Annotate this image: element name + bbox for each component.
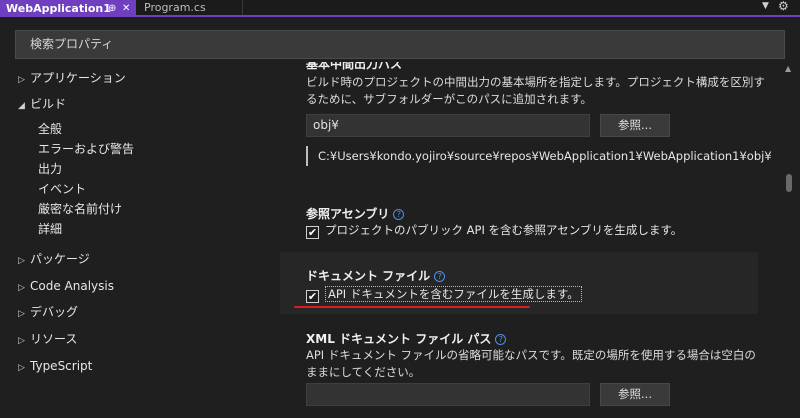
nav-item-build[interactable]: ◢ ビルド [18,94,66,114]
nav-item-typescript[interactable]: ▷ TypeScript [18,356,92,376]
close-icon[interactable]: ✕ [122,0,130,17]
base-output-heading: 基本中間出力パス [306,62,403,71]
help-icon[interactable]: ? [495,334,507,345]
xml-doc-path-heading-text: XML ドキュメント ファイル パス [306,332,492,346]
doc-file-heading: ドキュメント ファイル? [306,267,446,284]
nav-subitem-general[interactable]: 全般 [38,119,62,139]
nav-item-label: リソース [30,332,78,346]
nav-item-label: アプリケーション [30,71,126,85]
expand-arrow-icon[interactable]: ▷ [18,358,30,378]
help-icon[interactable]: ? [434,271,446,282]
nav-subitem-advanced[interactable]: 詳細 [38,219,62,239]
nav-subitem-strong-naming[interactable]: 厳密な名前付け [38,199,122,219]
nav-item-label: ビルド [30,97,67,111]
collapse-arrow-icon[interactable]: ◢ [18,96,30,116]
annotation-underline [294,306,530,308]
search-placeholder: 検索プロパティ [30,37,114,51]
ref-assembly-checkbox-row[interactable]: ✔ プロジェクトのパブリック API を含む参照アセンブリを生成します。 [306,222,683,239]
gear-icon[interactable]: ⚙ [778,0,789,13]
search-input[interactable]: 検索プロパティ [15,30,785,59]
ref-assembly-checkbox[interactable]: ✔ [306,226,319,239]
base-output-path-input[interactable]: obj¥ [306,114,590,137]
chevron-down-icon[interactable]: ▼ [762,1,769,11]
ref-assembly-heading-text: 参照アセンブリ [306,207,390,221]
browse-button[interactable]: 参照... [600,114,670,137]
nav-subitem-errors-warnings[interactable]: エラーおよび警告 [38,139,134,159]
ref-assembly-checkbox-label: プロジェクトのパブリック API を含む参照アセンブリを生成します。 [325,223,683,237]
nav-item-application[interactable]: ▷ アプリケーション [18,68,126,88]
scroll-thumb[interactable] [786,174,792,192]
scroll-up-icon[interactable]: ▲ [785,64,791,73]
expand-arrow-icon[interactable]: ▷ [18,251,30,271]
doc-file-checkbox[interactable]: ✔ [306,290,319,303]
expand-arrow-icon[interactable]: ▷ [18,70,30,90]
nav-item-code-analysis[interactable]: ▷ Code Analysis [18,276,114,296]
nav-item-label: パッケージ [30,252,90,266]
expand-arrow-icon[interactable]: ▷ [18,331,30,351]
property-nav: ▷ アプリケーション ◢ ビルド 全般 エラーおよび警告 出力 イベント 厳密な名前… [0,62,270,418]
tab-label: WebApplication1 [6,2,111,15]
browse-button[interactable]: 参照... [600,383,670,406]
nav-subitem-output[interactable]: 出力 [38,159,62,179]
xml-doc-path-heading: XML ドキュメント ファイル パス? [306,330,507,347]
nav-item-label: デバッグ [30,305,79,319]
doc-file-checkbox-row[interactable]: ✔ API ドキュメントを含むファイルを生成します。 [306,286,582,303]
base-output-path-value: obj¥ [313,118,339,132]
tab-program-cs[interactable]: Program.cs [137,0,243,15]
property-content: 基本中間出力パス ビルド時のプロジェクトの中間出力の基本場所を指定します。プロジ… [280,62,780,418]
nav-subitem-events[interactable]: イベント [38,179,86,199]
tab-webapplication1[interactable]: WebApplication1 ⊕ ✕ [0,0,136,17]
nav-item-resources[interactable]: ▷ リソース [18,329,77,349]
ref-assembly-heading: 参照アセンブリ? [306,205,405,222]
help-icon[interactable]: ? [393,209,405,220]
nav-item-label: TypeScript [30,359,93,373]
document-tab-strip: WebApplication1 ⊕ ✕ Program.cs ▼ ⚙ [0,0,800,17]
expand-arrow-icon[interactable]: ▷ [18,304,30,324]
tab-label: Program.cs [144,1,206,14]
expand-arrow-icon[interactable]: ▷ [18,278,30,298]
xml-doc-path-description: API ドキュメント ファイルの省略可能なパスです。既定の場所を使用する場合は空… [306,348,756,379]
nav-item-label: Code Analysis [30,279,114,293]
resolved-path: C:¥Users¥kondo.yojiro¥source¥repos¥WebAp… [306,146,772,166]
doc-file-heading-text: ドキュメント ファイル [306,269,431,283]
xml-doc-path-input[interactable] [306,383,590,406]
nav-item-package[interactable]: ▷ パッケージ [18,249,90,269]
doc-file-checkbox-label: API ドキュメントを含むファイルを生成します。 [325,286,582,302]
vertical-scrollbar[interactable]: ▲ [783,62,795,418]
nav-item-debug[interactable]: ▷ デバッグ [18,302,78,322]
pin-icon[interactable]: ⊕ [108,0,116,17]
base-output-description: ビルド時のプロジェクトの中間出力の基本場所を指定します。プロジェクト構成を区別す… [306,75,765,106]
